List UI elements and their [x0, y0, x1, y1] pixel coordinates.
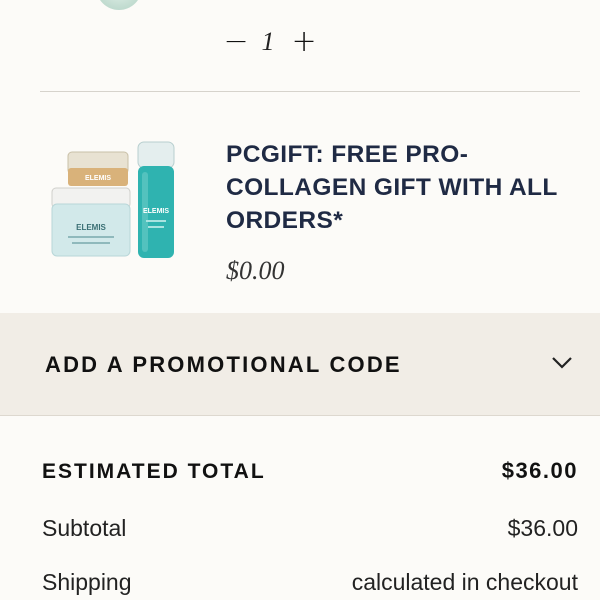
cart-page: − 1 + ELEMIS ELEMIS ELEMIS PCGIFT: FREE … [0, 0, 600, 600]
svg-text:ELEMIS: ELEMIS [143, 208, 169, 215]
increment-button[interactable]: + [291, 27, 316, 57]
gift-product-price: $0.00 [226, 256, 285, 285]
quantity-value: 1 [261, 27, 275, 56]
estimated-total-value: $36.00 [501, 458, 578, 483]
shipping-value: calculated in checkout [351, 569, 578, 595]
chevron-down-icon[interactable] [551, 356, 573, 370]
gift-product-image: ELEMIS ELEMIS ELEMIS [51, 141, 175, 258]
gift-product-title[interactable]: PCGIFT: FREE PRO-COLLAGEN GIFT WITH ALL … [226, 138, 586, 237]
subtotal-value: $36.00 [507, 515, 578, 541]
product-image [96, 0, 142, 10]
quantity-stepper: − 1 + [223, 24, 316, 60]
subtotal-label: Subtotal [42, 515, 127, 541]
shipping-label: Shipping [42, 569, 132, 595]
divider [40, 91, 580, 92]
promo-code-label: ADD A PROMOTIONAL CODE [45, 352, 402, 377]
svg-text:ELEMIS: ELEMIS [76, 223, 106, 232]
gift-image-brand-text: ELEMIS [85, 175, 111, 182]
decrement-button[interactable]: − [223, 27, 248, 57]
promo-code-toggle[interactable]: ADD A PROMOTIONAL CODE [0, 313, 600, 416]
estimated-total-label: ESTIMATED TOTAL [42, 460, 266, 483]
